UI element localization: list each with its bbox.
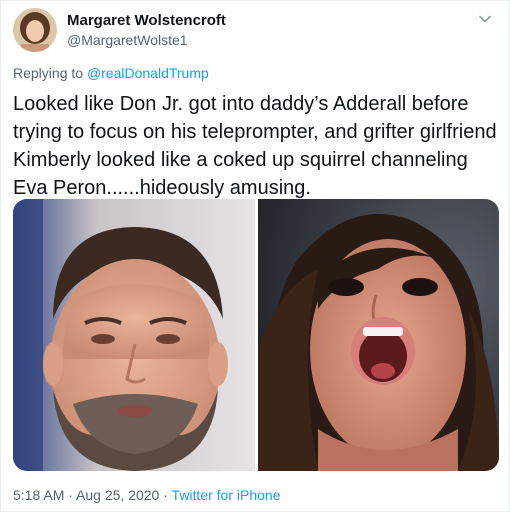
- avatar-photo: [13, 8, 57, 52]
- footer-separator: ·: [64, 487, 77, 503]
- media-photo-right[interactable]: [257, 199, 500, 471]
- author-name[interactable]: Margaret Wolstencroft: [67, 12, 226, 30]
- avatar[interactable]: [13, 8, 57, 52]
- replying-to: Replying to @realDonaldTrump: [13, 65, 209, 82]
- reply-mention-link[interactable]: @realDonaldTrump: [87, 65, 209, 81]
- tweet-time[interactable]: 5:18 AM: [13, 487, 64, 503]
- photo-man-image: [13, 199, 255, 471]
- author-handle[interactable]: @MargaretWolste1: [67, 32, 188, 49]
- chevron-down-icon: [479, 15, 491, 23]
- media-photo-left[interactable]: [13, 199, 255, 471]
- footer-separator-2: ·: [159, 487, 172, 503]
- tweet-text: Looked like Don Jr. got into daddy’s Add…: [13, 93, 497, 199]
- tweet-media[interactable]: [13, 199, 499, 471]
- tweet-date[interactable]: Aug 25, 2020: [76, 487, 159, 503]
- more-options-button[interactable]: [475, 9, 495, 29]
- tweet-source-link[interactable]: Twitter for iPhone: [172, 487, 281, 503]
- tweet-card: Margaret Wolstencroft @MargaretWolste1 R…: [0, 0, 510, 512]
- tweet-footer: 5:18 AM · Aug 25, 2020 · Twitter for iPh…: [13, 487, 280, 504]
- replying-to-label: Replying to: [13, 65, 87, 81]
- photo-woman-image: [257, 199, 499, 471]
